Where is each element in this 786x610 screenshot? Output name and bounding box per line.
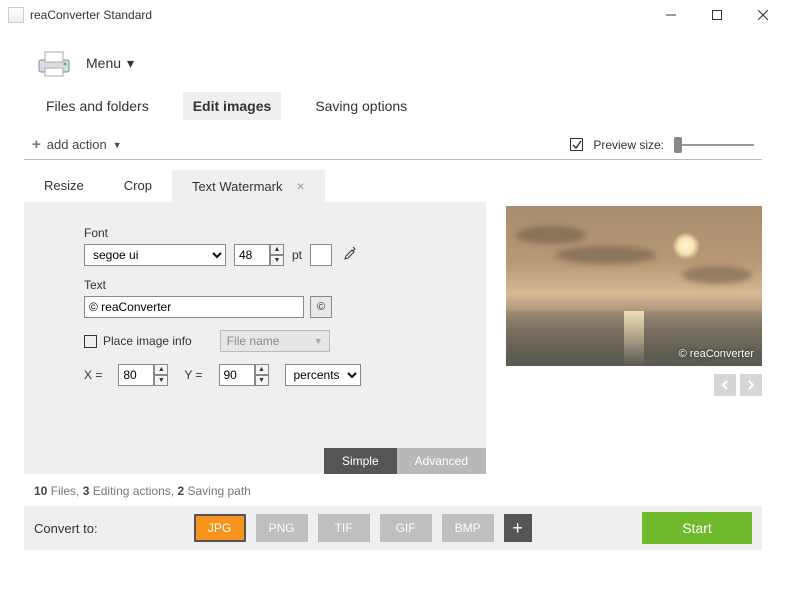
next-image-button[interactable]	[740, 374, 762, 396]
app-title: reaConverter Standard	[30, 8, 152, 22]
status-bar: 10 Files, 3 Editing actions, 2 Saving pa…	[24, 474, 762, 506]
menubar: Menu ▾	[24, 30, 762, 88]
start-button[interactable]: Start	[642, 512, 752, 544]
font-size-input[interactable]	[234, 244, 270, 266]
maximize-button[interactable]	[694, 0, 740, 30]
format-tif-button[interactable]: TIF	[318, 514, 370, 542]
tab-files-folders[interactable]: Files and folders	[36, 92, 159, 120]
subtab-crop[interactable]: Crop	[104, 170, 172, 202]
close-button[interactable]	[740, 0, 786, 30]
filename-select-value: File name	[227, 334, 280, 348]
status-save-label: Saving path	[184, 484, 251, 498]
units-select[interactable]: percents	[285, 364, 361, 386]
minimize-button[interactable]	[648, 0, 694, 30]
format-gif-button[interactable]: GIF	[380, 514, 432, 542]
add-action-label: add action	[47, 137, 107, 152]
place-image-info-label: Place image info	[103, 334, 192, 348]
subtab-resize[interactable]: Resize	[24, 170, 104, 202]
status-edit-label: Editing actions,	[89, 484, 177, 498]
close-icon[interactable]: ×	[296, 178, 304, 194]
advanced-mode-button[interactable]: Advanced	[397, 448, 486, 474]
y-label: Y =	[184, 368, 202, 382]
x-label: X =	[84, 368, 102, 382]
eyedropper-icon[interactable]	[340, 246, 356, 265]
font-size-down[interactable]: ▼	[270, 255, 284, 266]
add-format-button[interactable]: +	[504, 514, 532, 542]
text-label: Text	[84, 278, 426, 292]
watermark-form: Font segoe ui ▲ ▼ pt	[24, 202, 486, 474]
status-files-label: Files,	[47, 484, 82, 498]
sub-tabs: Resize Crop Text Watermark ×	[24, 170, 486, 202]
preview-image: © reaConverter	[506, 206, 762, 366]
watermark-text-input[interactable]	[84, 296, 304, 318]
y-down[interactable]: ▼	[255, 375, 269, 386]
chevron-down-icon: ▾	[127, 55, 134, 72]
tab-saving-options[interactable]: Saving options	[305, 92, 417, 120]
menu-label: Menu	[86, 55, 121, 71]
main-tabs: Files and folders Edit images Saving opt…	[24, 88, 762, 130]
chevron-down-icon: ▼	[113, 140, 122, 150]
format-bmp-button[interactable]: BMP	[442, 514, 494, 542]
subtab-text-watermark[interactable]: Text Watermark ×	[172, 170, 325, 202]
titlebar: reaConverter Standard	[0, 0, 786, 30]
slider-thumb[interactable]	[674, 137, 682, 153]
color-picker[interactable]	[310, 244, 332, 266]
convert-to-label: Convert to:	[34, 521, 98, 536]
bottom-bar: Convert to: JPG PNG TIF GIF BMP + Start	[24, 506, 762, 550]
x-down[interactable]: ▼	[154, 375, 168, 386]
printer-icon	[36, 48, 72, 78]
prev-image-button[interactable]	[714, 374, 736, 396]
chevron-down-icon: ▼	[314, 336, 323, 346]
place-image-info-checkbox[interactable]: Place image info	[84, 334, 192, 348]
preview-size-label: Preview size:	[593, 138, 664, 152]
font-select[interactable]: segoe ui	[84, 244, 226, 266]
filename-select: File name ▼	[220, 330, 330, 352]
font-label: Font	[84, 226, 426, 240]
y-input[interactable]	[219, 364, 255, 386]
x-input[interactable]	[118, 364, 154, 386]
y-up[interactable]: ▲	[255, 364, 269, 375]
preview-watermark-text: © reaConverter	[679, 348, 754, 360]
insert-copyright-button[interactable]: ©	[310, 296, 332, 318]
subtab-watermark-label: Text Watermark	[192, 179, 283, 194]
format-png-button[interactable]: PNG	[256, 514, 308, 542]
add-action-button[interactable]: + add action ▼	[32, 136, 122, 153]
x-up[interactable]: ▲	[154, 364, 168, 375]
font-size-up[interactable]: ▲	[270, 244, 284, 255]
tab-edit-images[interactable]: Edit images	[183, 92, 282, 120]
plus-icon: +	[32, 136, 41, 153]
menu-button[interactable]: Menu ▾	[86, 55, 134, 72]
pt-label: pt	[292, 248, 302, 262]
preview-size-checkbox[interactable]	[570, 138, 583, 151]
simple-mode-button[interactable]: Simple	[324, 448, 397, 474]
checkbox-icon	[84, 335, 97, 348]
app-icon	[8, 7, 24, 23]
action-row: + add action ▼ Preview size:	[24, 130, 762, 160]
status-files-count: 10	[34, 484, 47, 498]
preview-size-slider[interactable]	[674, 144, 754, 146]
format-jpg-button[interactable]: JPG	[194, 514, 246, 542]
